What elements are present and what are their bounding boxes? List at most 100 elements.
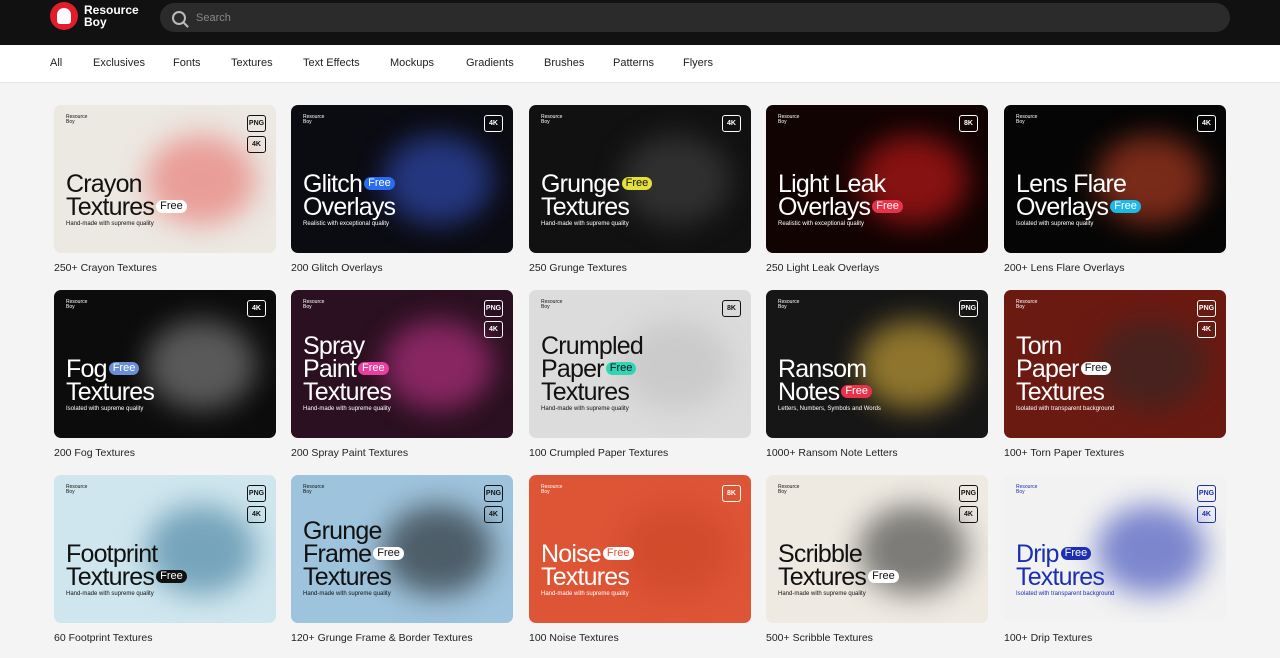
product-title[interactable]: 120+ Grunge Frame & Border Textures: [291, 632, 473, 644]
thumbnail-brand: Resource Boy: [1016, 299, 1038, 310]
product-card[interactable]: Resource Boy PNG 4K Crayon Textures Free Hand-…: [54, 105, 276, 274]
product-thumbnail[interactable]: Resource Boy 4K Fog Free Textures Isolated wi…: [54, 290, 276, 438]
product-thumbnail[interactable]: Resource Boy PNG Ransom Notes Free Letters, N…: [766, 290, 988, 438]
category-gradients[interactable]: Gradients: [466, 57, 514, 69]
product-title[interactable]: 200+ Lens Flare Overlays: [1004, 262, 1125, 274]
category-all[interactable]: All: [50, 57, 62, 69]
product-card[interactable]: Resource Boy 4K Glitch Free Overlays Realisti…: [291, 105, 513, 274]
product-thumbnail[interactable]: Resource Boy PNG 4K Scribble Textures Free Han…: [766, 475, 988, 623]
product-card[interactable]: Resource Boy PNG 4K Torn Paper Free Textures Is…: [1004, 290, 1226, 459]
resolution-badge: 4K: [1197, 321, 1216, 338]
product-thumbnail[interactable]: Resource Boy PNG 4K Drip Free Textures Isolate…: [1004, 475, 1226, 623]
thumbnail-texture: [858, 320, 968, 410]
product-thumbnail[interactable]: Resource Boy PNG 4K Crayon Textures Free Hand-…: [54, 105, 276, 253]
thumbnail-brand: Resource Boy: [541, 484, 563, 495]
title-text: Overlays: [778, 193, 871, 221]
product-card[interactable]: Resource Boy 4K Lens Flare Overlays Free Isol…: [1004, 105, 1226, 274]
category-brushes[interactable]: Brushes: [544, 57, 584, 69]
resolution-badge: PNG: [247, 485, 266, 502]
product-thumbnail[interactable]: Resource Boy PNG 4K Torn Paper Free Textures Is…: [1004, 290, 1226, 438]
product-title[interactable]: 200 Spray Paint Textures: [291, 447, 408, 459]
thumbnail-title-line: Textures: [541, 380, 630, 405]
title-text: Overlays: [1016, 193, 1109, 221]
product-title[interactable]: 60 Footprint Textures: [54, 632, 152, 644]
category-textures[interactable]: Textures: [231, 57, 273, 69]
thumbnail-texture: [1096, 320, 1206, 410]
site-logo[interactable]: Resource Boy: [50, 2, 144, 30]
product-card[interactable]: Resource Boy 4K Fog Free Textures Isolated wi…: [54, 290, 276, 459]
thumbnail-texture: [383, 320, 493, 410]
product-title[interactable]: 100+ Torn Paper Textures: [1004, 447, 1124, 459]
product-card[interactable]: Resource Boy PNG 4K Scribble Textures Free Han…: [766, 475, 988, 644]
product-thumbnail[interactable]: Resource Boy 8K Light Leak Overlays Free Real…: [766, 105, 988, 253]
resolution-badge: 4K: [247, 300, 266, 317]
product-title[interactable]: 250 Light Leak Overlays: [766, 262, 879, 274]
product-card[interactable]: Resource Boy 8K Light Leak Overlays Free Real…: [766, 105, 988, 274]
title-text: Textures: [541, 193, 630, 221]
product-card[interactable]: Resource Boy PNG 4K Drip Free Textures Isolate…: [1004, 475, 1226, 644]
title-text: Textures: [66, 193, 155, 221]
product-title[interactable]: 250+ Crayon Textures: [54, 262, 157, 274]
product-card[interactable]: Resource Boy PNG 4K Footprint Textures Free Ha…: [54, 475, 276, 644]
free-badge: Free: [373, 546, 404, 560]
product-thumbnail[interactable]: Resource Boy 8K Crumpled Paper Free Textures H…: [529, 290, 751, 438]
thumbnail-title-line: Overlays: [303, 195, 396, 220]
thumbnail-brand: Resource Boy: [778, 484, 800, 495]
product-title[interactable]: 1000+ Ransom Note Letters: [766, 447, 898, 459]
resolution-badge: PNG: [959, 300, 978, 317]
product-title[interactable]: 250 Grunge Textures: [529, 262, 627, 274]
thumbnail-texture: [1096, 505, 1206, 595]
product-card[interactable]: Resource Boy 8K Crumpled Paper Free Textures H…: [529, 290, 751, 459]
product-card[interactable]: Resource Boy 8K Noise Free Textures Hand-made…: [529, 475, 751, 644]
category-exclusives[interactable]: Exclusives: [93, 57, 145, 69]
product-card[interactable]: Resource Boy PNG 4K Grunge Frame Free Textures…: [291, 475, 513, 644]
category-flyers[interactable]: Flyers: [683, 57, 713, 69]
product-title[interactable]: 200 Fog Textures: [54, 447, 135, 459]
product-thumbnail[interactable]: Resource Boy PNG 4K Footprint Textures Free Ha…: [54, 475, 276, 623]
thumbnail-subtitle: Realistic with exceptional quality: [303, 221, 390, 227]
title-text: Notes: [778, 378, 840, 406]
resolution-badge: PNG: [484, 300, 503, 317]
product-title[interactable]: 500+ Scribble Textures: [766, 632, 873, 644]
thumbnail-brand: Resource Boy: [778, 299, 800, 310]
product-title[interactable]: 100 Noise Textures: [529, 632, 619, 644]
thumbnail-subtitle: Hand-made with supreme quality: [541, 221, 629, 227]
product-thumbnail[interactable]: Resource Boy 4K Lens Flare Overlays Free Isol…: [1004, 105, 1226, 253]
resolution-badge: 4K: [484, 506, 503, 523]
category-fonts[interactable]: Fonts: [173, 57, 201, 69]
search-input[interactable]: [196, 11, 1096, 24]
free-badge: Free: [1060, 546, 1092, 560]
resolution-badge: PNG: [959, 485, 978, 502]
free-badge: Free: [605, 361, 637, 375]
search-icon: [172, 10, 186, 25]
product-card[interactable]: Resource Boy PNG Ransom Notes Free Letters, N…: [766, 290, 988, 459]
thumbnail-subtitle: Hand-made with supreme quality: [541, 591, 629, 597]
free-badge: Free: [872, 199, 903, 213]
category-mockups[interactable]: Mockups: [390, 57, 434, 69]
product-title[interactable]: 100 Crumpled Paper Textures: [529, 447, 668, 459]
thumbnail-title-line: Textures: [1016, 565, 1105, 590]
thumbnail-brand: Resource Boy: [541, 299, 563, 310]
thumbnail-subtitle: Isolated with supreme quality: [66, 406, 144, 412]
product-title[interactable]: 100+ Drip Textures: [1004, 632, 1092, 644]
resolution-badge: 4K: [1197, 506, 1216, 523]
product-thumbnail[interactable]: Resource Boy 4K Grunge Free Textures Hand-mad…: [529, 105, 751, 253]
product-thumbnail[interactable]: Resource Boy PNG 4K Grunge Frame Free Textures…: [291, 475, 513, 623]
category-patterns[interactable]: Patterns: [613, 57, 654, 69]
thumbnail-brand: Resource Boy: [778, 114, 800, 125]
category-text-effects[interactable]: Text Effects: [303, 57, 360, 69]
thumbnail-brand: Resource Boy: [1016, 484, 1038, 495]
product-card[interactable]: Resource Boy 4K Grunge Free Textures Hand-mad…: [529, 105, 751, 274]
product-card[interactable]: Resource Boy PNG 4K Spray Paint Free Textures H…: [291, 290, 513, 459]
product-title[interactable]: 200 Glitch Overlays: [291, 262, 383, 274]
product-thumbnail[interactable]: Resource Boy PNG 4K Spray Paint Free Textures H…: [291, 290, 513, 438]
product-thumbnail[interactable]: Resource Boy 4K Glitch Free Overlays Realisti…: [291, 105, 513, 253]
free-badge: Free: [1110, 199, 1141, 213]
thumbnail-subtitle: Isolated with transparent background: [1016, 406, 1115, 412]
free-badge: Free: [868, 569, 899, 583]
thumbnail-texture: [621, 505, 731, 595]
search-bar[interactable]: [160, 3, 1230, 32]
thumbnail-title-line: Textures: [541, 565, 630, 590]
resolution-badge: PNG: [1197, 300, 1216, 317]
product-thumbnail[interactable]: Resource Boy 8K Noise Free Textures Hand-made…: [529, 475, 751, 623]
